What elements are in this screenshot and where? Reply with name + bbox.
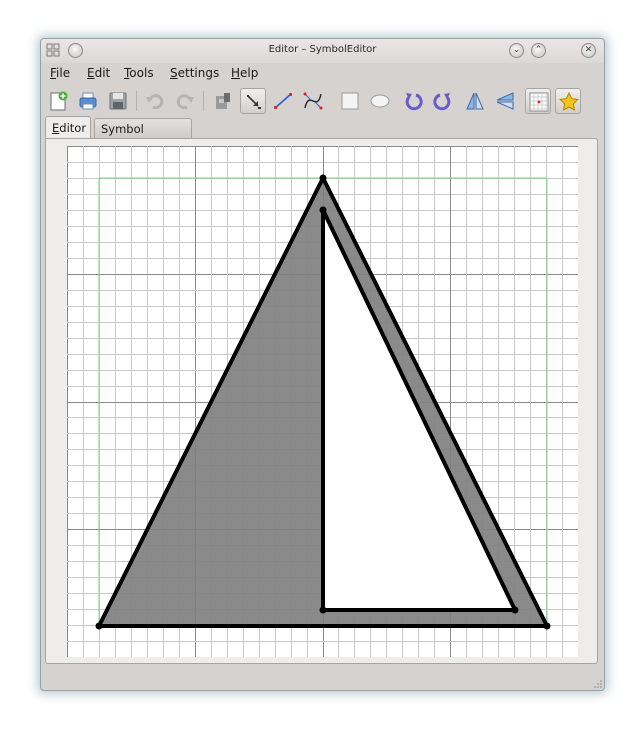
move-tool-icon [247,95,261,109]
menu-file-label: ile [56,66,71,80]
tab-editor-label: Editor [52,121,87,135]
redo-button[interactable] [172,88,198,114]
undo-icon [146,94,164,110]
status-bar [41,666,604,690]
rectangle-tool-icon [341,92,359,110]
control-point[interactable] [543,622,551,630]
menu-file[interactable]: File [50,66,70,80]
symbol-editor-window: Editor – SymbolEditor ⌄ ⌃ ✕ File Edit To… [40,38,605,691]
toolbar-separator [136,91,137,111]
main-toolbar [41,85,604,117]
rotate-right-icon [433,93,451,111]
chevron-up-icon: ⌃ [534,45,543,55]
symbol-drawing[interactable] [67,146,579,658]
line-tool-icon [273,92,293,110]
print-button[interactable] [75,88,101,114]
grid-toggle-button[interactable] [525,88,551,114]
tab-editor[interactable]: Editor [45,116,91,138]
print-icon [79,92,97,110]
paint-tool-icon [216,93,230,109]
editor-canvas[interactable] [67,146,579,658]
toolbar-separator [203,91,204,111]
resize-grip-icon[interactable] [594,680,602,688]
menu-edit-mnemonic: E [87,66,95,80]
menu-tools[interactable]: Tools [124,66,154,80]
bezier-tool-button[interactable] [300,88,326,114]
move-tool-button[interactable] [240,88,266,114]
menu-help[interactable]: Help [231,66,258,80]
control-point[interactable] [511,606,519,614]
menu-settings-label: ettings [177,66,220,80]
rotate-left-icon [405,93,423,111]
ellipse-tool-button[interactable] [367,88,393,114]
tab-symbol-library[interactable]: Symbol Library [94,118,192,150]
new-button[interactable] [45,88,71,114]
title-bar[interactable]: Editor – SymbolEditor ⌄ ⌃ ✕ [41,39,604,63]
menu-help-label: elp [240,66,259,80]
chevron-down-icon: ⌄ [512,45,521,55]
menu-settings[interactable]: Settings [170,66,219,80]
close-button[interactable]: ✕ [581,43,596,58]
rotate-right-button[interactable] [430,88,456,114]
menu-tools-label: ools [129,66,154,80]
menu-edit-label: dit [94,66,111,80]
rectangle-tool-button[interactable] [337,88,363,114]
flip-vertical-button[interactable] [492,88,518,114]
paint-tool-button[interactable] [210,88,236,114]
redo-icon [176,94,194,110]
flip-horizontal-button[interactable] [462,88,488,114]
menu-bar: File Edit Tools Settings Help [41,63,604,85]
editor-panel [45,138,598,664]
control-point[interactable] [319,174,327,182]
save-icon [109,92,127,110]
maximize-button[interactable]: ⌃ [531,43,546,58]
control-point[interactable] [319,606,327,614]
ellipse-tool-icon [370,94,390,108]
new-document-icon [50,91,68,111]
bezier-tool-icon [303,92,323,110]
flip-horizontal-icon [466,92,484,110]
line-tool-button[interactable] [270,88,296,114]
menu-settings-mnemonic: S [170,66,178,80]
library-star-button[interactable] [555,88,581,114]
flip-vertical-icon [496,92,514,110]
star-icon [559,92,579,111]
control-point[interactable] [319,206,327,214]
rotate-left-button[interactable] [400,88,426,114]
grid-icon [529,92,549,112]
control-point[interactable] [95,622,103,630]
save-button[interactable] [105,88,131,114]
undo-button[interactable] [142,88,168,114]
minimize-button[interactable]: ⌄ [509,43,524,58]
menu-help-mnemonic: H [231,66,241,80]
close-icon: ✕ [584,45,593,55]
menu-edit[interactable]: Edit [87,66,110,80]
